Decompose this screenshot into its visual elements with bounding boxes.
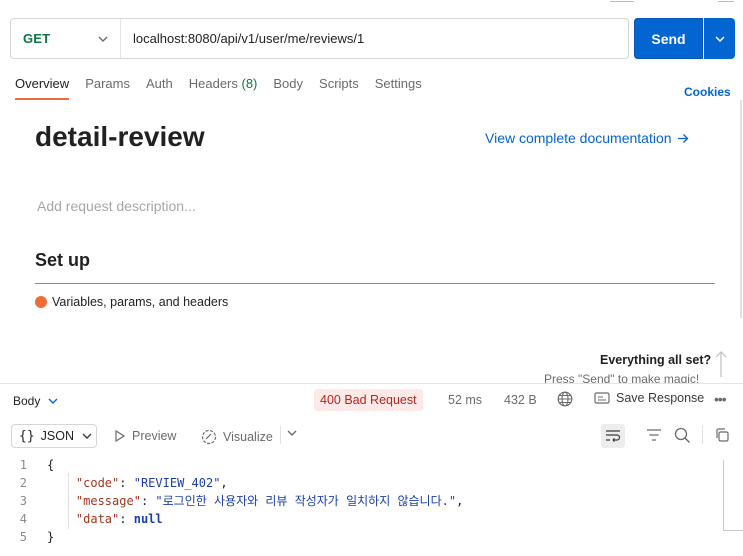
chevron-down-icon — [48, 398, 58, 404]
code-line: 3 "message": "로그인한 사용자와 리뷰 작성자가 일치하지 않습니… — [0, 492, 464, 510]
scrollbar[interactable] — [740, 100, 742, 318]
request-tabs: Overview Params Auth Headers (8) Body Sc… — [15, 76, 438, 100]
tab-overview[interactable]: Overview — [15, 76, 70, 100]
url-input[interactable]: localhost:8080/api/v1/user/me/reviews/1 — [121, 31, 364, 46]
ready-subtitle: Press "Send" to make magic! — [544, 373, 700, 383]
json-punct: , — [456, 494, 464, 508]
tab-headers-label: Headers — [188, 76, 238, 91]
code-line: 4 "data": null — [0, 510, 463, 528]
json-brace: } — [47, 530, 55, 544]
tab-headers[interactable]: Headers (8) — [189, 76, 258, 100]
visualize-label: Visualize — [223, 430, 273, 444]
copy-icon[interactable] — [714, 427, 730, 443]
line-number: 5 — [19, 530, 27, 544]
play-icon — [115, 430, 125, 442]
json-key: "code" — [75, 476, 120, 490]
line-number: 3 — [19, 494, 27, 508]
description-input[interactable]: Add request description... — [37, 198, 196, 214]
format-select[interactable]: {} JSON — [11, 424, 97, 448]
visualize-button[interactable]: Visualize — [201, 429, 273, 445]
page-title[interactable]: detail-review — [35, 121, 205, 153]
view-documentation-link[interactable]: View complete documentation — [485, 130, 689, 146]
visualize-icon — [201, 429, 217, 445]
divider — [35, 283, 715, 284]
wrap-lines-icon — [606, 430, 621, 443]
line-number: 2 — [19, 476, 27, 490]
save-response-button[interactable]: Save Response — [594, 391, 704, 405]
scrollbar — [723, 530, 743, 531]
json-key: "data" — [75, 512, 120, 526]
json-value: "로그인한 사용자와 리뷰 작성자가 일치하지 않습니다." — [155, 494, 457, 508]
method-select[interactable]: GET — [11, 19, 121, 58]
cookies-link[interactable]: Cookies — [684, 85, 731, 99]
tab-params[interactable]: Params — [85, 76, 130, 100]
json-value: "REVIEW_402" — [133, 476, 221, 490]
tab-settings[interactable]: Settings — [375, 76, 422, 100]
json-brace: { — [47, 458, 55, 472]
json-value: null — [133, 512, 163, 526]
send-button[interactable]: Send — [634, 18, 703, 59]
scrollbar[interactable] — [723, 460, 724, 530]
response-body-label: Body — [13, 394, 41, 408]
chevron-down-icon[interactable] — [287, 430, 297, 436]
search-icon[interactable] — [674, 427, 691, 444]
top-edge-hint — [610, 0, 634, 2]
globe-icon[interactable] — [557, 391, 573, 407]
arrow-up-icon — [715, 351, 727, 377]
divider — [0, 383, 743, 384]
more-options-icon[interactable]: ••• — [714, 391, 727, 407]
headers-count: (8) — [241, 76, 258, 91]
status-badge[interactable]: 400 Bad Request — [314, 389, 423, 411]
save-response-label: Save Response — [616, 391, 705, 405]
setup-item-label: Variables, params, and headers — [52, 295, 229, 309]
response-size[interactable]: 432 B — [504, 393, 537, 407]
tab-body[interactable]: Body — [273, 76, 303, 100]
request-url-bar: GET localhost:8080/api/v1/user/me/review… — [10, 18, 629, 59]
wrap-lines-button[interactable] — [601, 424, 625, 448]
status-dot-icon — [35, 296, 47, 308]
save-icon — [594, 392, 610, 404]
code-line: 2 "code": "REVIEW_402", — [0, 474, 463, 492]
response-time[interactable]: 52 ms — [448, 393, 482, 407]
json-punct: , — [220, 476, 228, 490]
code-line: 1{ — [0, 456, 463, 474]
chevron-down-icon — [98, 36, 108, 42]
divider — [702, 426, 703, 444]
preview-button[interactable]: Preview — [115, 429, 176, 443]
response-code-viewer[interactable]: 1{ 2 "code": "REVIEW_402", 3 "message": … — [0, 456, 464, 546]
code-line: 5} — [0, 528, 463, 546]
setup-heading: Set up — [35, 250, 91, 270]
method-label: GET — [23, 31, 51, 46]
divider — [280, 426, 281, 444]
line-number: 1 — [19, 458, 27, 472]
chevron-down-icon — [714, 35, 725, 42]
top-edge-hint — [718, 0, 734, 2]
doc-link-label: View complete documentation — [485, 130, 672, 146]
chevron-down-icon — [82, 433, 92, 439]
json-key: "message" — [75, 494, 141, 508]
response-body-select[interactable]: Body — [13, 394, 58, 408]
send-options-button[interactable] — [704, 18, 735, 59]
ready-title: Everything all set? — [600, 353, 712, 367]
line-number: 4 — [19, 512, 27, 526]
format-label: JSON — [40, 429, 74, 443]
filter-icon[interactable] — [645, 427, 663, 443]
tab-scripts[interactable]: Scripts — [319, 76, 359, 100]
setup-item[interactable]: Variables, params, and headers — [35, 295, 228, 309]
braces-icon: {} — [19, 428, 35, 444]
tab-auth[interactable]: Auth — [146, 76, 173, 100]
arrow-right-icon — [677, 133, 688, 143]
preview-label: Preview — [132, 429, 177, 443]
